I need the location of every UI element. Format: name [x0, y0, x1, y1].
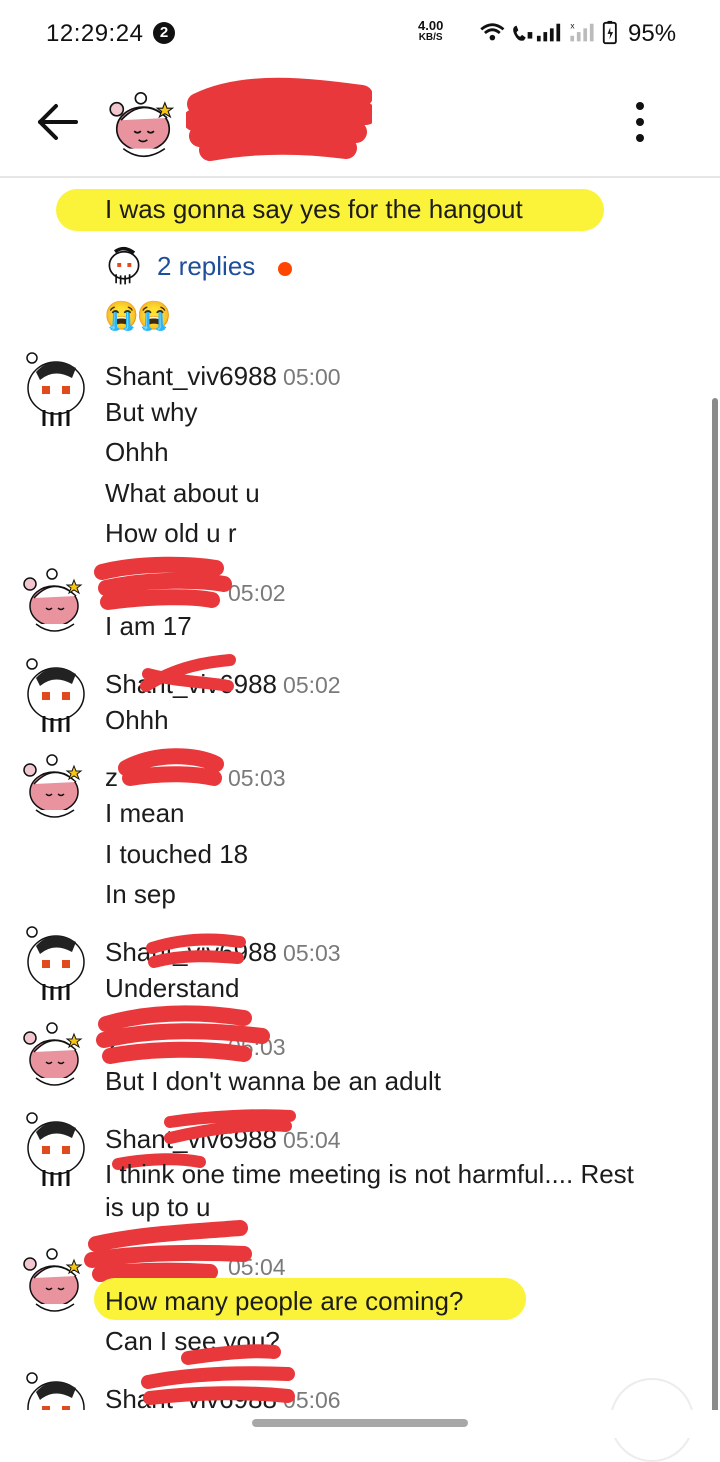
network-speed-unit: KB/S: [418, 32, 443, 43]
message-timestamp: 05:03: [228, 1034, 286, 1060]
signal-no-sim-icon: x: [570, 20, 594, 42]
message-text: Understand: [105, 973, 240, 1003]
message-text: Ohhh: [105, 437, 169, 467]
redaction-scribble: [186, 77, 372, 161]
message-username[interactable]: z 05:03: [105, 762, 286, 793]
message-username[interactable]: Shant_viv6988 05:03: [105, 937, 341, 968]
notification-count-badge: 2: [153, 22, 175, 44]
chat-messages: I was gonna say yes for the hangout 2 re…: [0, 178, 720, 1410]
message-username[interactable]: z 05:02: [105, 577, 286, 608]
username-text[interactable]: Shant_viv6988: [105, 669, 277, 699]
battery-percentage: 95%: [628, 20, 677, 47]
reply-avatar: [108, 246, 140, 285]
scrollbar[interactable]: [712, 398, 718, 1410]
svg-text:x: x: [570, 20, 575, 30]
reaction-emoji[interactable]: 😭😭: [104, 299, 172, 332]
message-timestamp: 05:03: [283, 940, 341, 966]
message-text: is up to u: [105, 1192, 211, 1222]
message-text: Ohhh: [105, 705, 169, 735]
username-text[interactable]: Shant_viv6988: [105, 361, 277, 391]
user-avatar[interactable]: [22, 656, 86, 732]
username-text[interactable]: Shant_viv6988: [105, 1384, 277, 1410]
user-avatar[interactable]: [22, 1370, 86, 1410]
unread-dot: [278, 262, 292, 276]
message-timestamp: 05:02: [283, 672, 341, 698]
message-text: I am 17: [105, 611, 192, 641]
user-avatar[interactable]: [22, 1110, 86, 1186]
message-text: I think one time meeting is not harmful.…: [105, 1159, 634, 1189]
message-text: I touched 18: [105, 839, 249, 869]
status-icons: x: [480, 20, 617, 45]
message-text: But why: [105, 397, 198, 427]
message-text: Can I see you?: [105, 1326, 280, 1356]
message-text: How many people are coming?: [105, 1286, 464, 1316]
user-avatar[interactable]: [22, 1242, 86, 1318]
message-username[interactable]: Shant_viv6988 05:06: [105, 1384, 341, 1410]
username-text[interactable]: z: [105, 577, 118, 607]
message-text: How old u r: [105, 518, 237, 548]
network-speed: 4.00 KB/S: [418, 18, 444, 44]
message-username[interactable]: Shant_viv6988 05:02: [105, 669, 341, 700]
user-avatar[interactable]: [22, 1016, 86, 1092]
message-timestamp: 05:03: [228, 765, 286, 791]
message-timestamp: 05:02: [228, 580, 286, 606]
message-text: What about u: [105, 478, 260, 508]
status-bar: 12:29:24 2 4.00 KB/S x 95%: [0, 0, 720, 64]
user-avatar[interactable]: [22, 350, 86, 426]
message-timestamp: 05:06: [283, 1387, 341, 1410]
back-arrow-icon[interactable]: [30, 100, 82, 144]
message-timestamp: 05:00: [283, 364, 341, 390]
signal-icon: [536, 23, 561, 42]
wifi-call-icon: [513, 25, 533, 41]
message-text: I was gonna say yes for the hangout: [105, 194, 523, 224]
message-username[interactable]: Shant_viv6988 05:04: [105, 1124, 341, 1155]
chat-title[interactable]: z: [196, 108, 211, 142]
user-avatar[interactable]: [22, 748, 86, 824]
header-avatar[interactable]: [108, 76, 178, 160]
username-text[interactable]: Shant_viv6988: [105, 937, 277, 967]
battery-icon: [602, 20, 617, 45]
username-text[interactable]: z: [105, 1031, 118, 1061]
message-username[interactable]: Shant_viv6988 05:00: [105, 361, 341, 392]
chat-header: z: [0, 64, 720, 178]
username-text[interactable]: Shant_viv6988: [105, 1124, 277, 1154]
message-timestamp: 05:04: [283, 1127, 341, 1153]
home-indicator[interactable]: [252, 1419, 468, 1427]
wifi-icon: [480, 23, 505, 41]
message-timestamp: 05:04: [228, 1254, 286, 1280]
user-avatar[interactable]: [22, 924, 86, 1000]
message-text: I mean: [105, 798, 185, 828]
replies-link[interactable]: 2 replies: [157, 251, 255, 282]
username-text[interactable]: z: [105, 1251, 118, 1281]
message-text: In sep: [105, 879, 176, 909]
overflow-menu-icon[interactable]: [626, 100, 654, 146]
status-time: 12:29:24: [46, 20, 144, 47]
username-text[interactable]: z: [105, 762, 118, 792]
network-speed-value: 4.00: [418, 18, 444, 33]
user-avatar[interactable]: [22, 562, 86, 638]
message-text: But I don't wanna be an adult: [105, 1066, 441, 1096]
message-username[interactable]: z 05:03: [105, 1031, 286, 1062]
